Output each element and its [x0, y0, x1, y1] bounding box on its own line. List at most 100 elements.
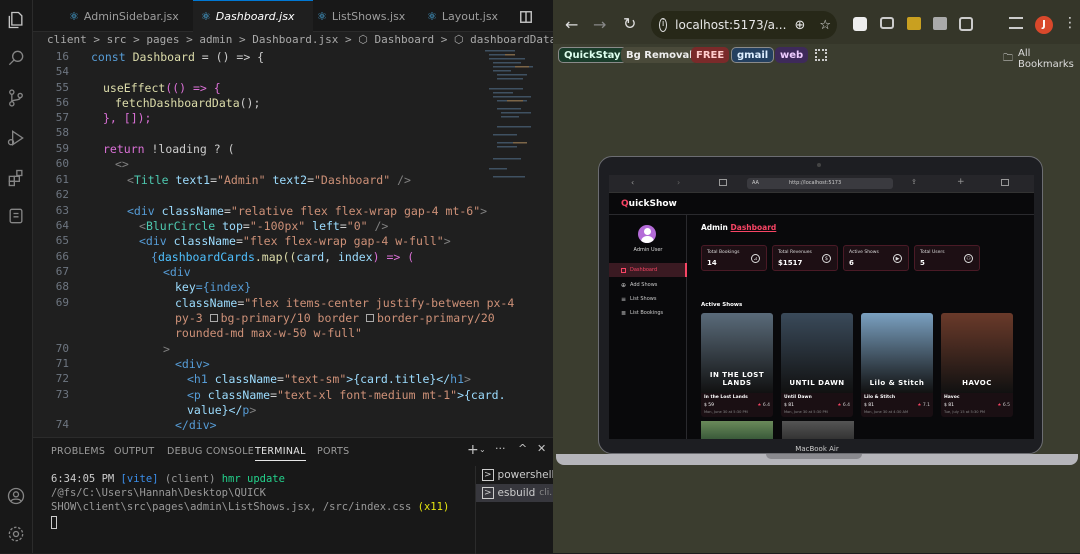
site-info-icon[interactable]: i [659, 18, 668, 32]
stat-card: Active Shows 6 ▶ [843, 245, 909, 271]
safari-tabs-icon[interactable] [1001, 179, 1009, 186]
bookmark-star-icon[interactable]: ☆ [819, 18, 831, 33]
terminal-output[interactable]: 6:34:05 PM [vite] (client) hmr update /@… [51, 472, 469, 529]
safari-sidebar-icon[interactable] [719, 179, 727, 186]
extension-camera-icon[interactable] [880, 17, 894, 29]
code-line-65: <div className="flex flex-wrap gap-4 w-f… [139, 234, 451, 248]
show-date: Mon, June 30 at 4:30 AM [864, 410, 909, 414]
zoom-icon[interactable]: ⊕ [794, 18, 805, 33]
show-card[interactable]: Lilo & Stitch Lilo & Stitch $ 81 ★ 7.1 Mon, … [861, 313, 933, 417]
admin-avatar [638, 225, 656, 243]
extensions-puzzle-icon[interactable] [959, 17, 973, 31]
panel-tab-terminal[interactable]: TERMINAL [255, 446, 306, 461]
search-icon[interactable] [4, 46, 28, 70]
stat-card: Total Revenues $1517 $ [772, 245, 838, 271]
star-icon: ★ [997, 403, 1002, 408]
browser-menu-icon[interactable]: ⋮ [1063, 15, 1077, 31]
tab-listshows[interactable]: ⚛ ListShows.jsx [309, 0, 413, 32]
extension-notion-icon[interactable] [853, 17, 867, 31]
media-control-icon[interactable] [1009, 17, 1023, 29]
sidebar-item-list-bookings[interactable]: ≣ List Bookings [609, 306, 687, 320]
code-line-57: }, []); [103, 111, 152, 125]
line-number: 63 [55, 204, 69, 217]
new-terminal-plus-icon[interactable]: + [467, 442, 479, 458]
extensions-icon[interactable] [4, 166, 28, 190]
show-card[interactable]: IN THE LOST LANDS In the Lost Lands $ 59 ★ … [701, 313, 773, 417]
back-arrow-icon[interactable]: ← [565, 15, 578, 34]
editor-tabs: ⚛ AdminSidebar.jsx ⚛ Dashboard.jsx ⚛ ListSh… [33, 0, 553, 32]
line-number: 70 [55, 342, 69, 355]
admin-name: Admin User [633, 247, 663, 253]
vscode-window: ⚛ AdminSidebar.jsx ⚛ Dashboard.jsx ⚛ ListSh… [0, 0, 558, 554]
panel-tab-problems[interactable]: PROBLEMS [51, 446, 105, 457]
settings-gear-icon[interactable] [4, 522, 28, 546]
panel-tab-ports[interactable]: PORTS [317, 446, 349, 457]
panel-tab-output[interactable]: OUTPUT [114, 446, 155, 457]
code-line-67: <div [163, 265, 191, 279]
code-line-71: <div> [175, 357, 210, 371]
terminal-item-esbuild[interactable]: > esbuild cli... [476, 484, 558, 502]
code-line-16: const Dashboard = () => { [91, 50, 265, 64]
code-line-69: className="flex items-center justify-bet… [175, 296, 515, 310]
camera-dot [817, 163, 821, 167]
safari-share-icon[interactable]: ⇪ [911, 178, 917, 186]
sidebar-item-list-shows[interactable]: ≡ List Shows [609, 292, 687, 306]
bookmark-gmail[interactable]: gmail [731, 47, 775, 63]
extension-folder-icon[interactable] [907, 17, 921, 30]
address-bar[interactable]: i localhost:5173/a... ⊕ ☆ [651, 11, 837, 39]
all-bookmarks-folder[interactable]: 🗀 All Bookmarks [1003, 48, 1080, 70]
run-debug-icon[interactable] [4, 126, 28, 150]
code-line-66: {dashboardCards.map((card, index) => ( [151, 250, 415, 264]
forward-arrow-icon[interactable]: → [593, 15, 606, 34]
apps-grid-icon[interactable] [815, 49, 827, 61]
reload-icon[interactable]: ↻ [623, 14, 636, 33]
terminal-icon: > [482, 487, 494, 499]
close-panel-icon[interactable]: ✕ [537, 442, 546, 455]
show-card[interactable]: UNTIL DAWN Until Dawn $ 81 ★ 6.4 Mon, June 3… [781, 313, 853, 417]
sidebar-item-add-shows[interactable]: ⊕ Add Shows [609, 278, 687, 292]
show-title: Until Dawn [784, 395, 812, 400]
line-number: 57 [55, 111, 69, 124]
line-number: 60 [55, 157, 69, 170]
sidebar-item-dashboard[interactable]: Dashboard [609, 263, 687, 277]
more-actions-icon[interactable]: ··· [495, 442, 506, 455]
explorer-icon[interactable] [4, 8, 28, 32]
profile-avatar[interactable]: J [1035, 16, 1053, 34]
tab-adminsidebar[interactable]: ⚛ AdminSidebar.jsx [61, 0, 187, 32]
star-icon: ★ [837, 403, 842, 408]
source-control-icon[interactable] [4, 86, 28, 110]
minimap[interactable] [485, 48, 533, 188]
bookmark-web[interactable]: web [775, 47, 809, 63]
bookmark-bg-removal[interactable]: Bg Removal [621, 47, 698, 63]
account-icon[interactable] [4, 484, 28, 508]
tab-layout[interactable]: ⚛ Layout.jsx [419, 0, 506, 32]
safari-back-icon[interactable]: ‹ [631, 178, 634, 187]
terminal-item-powershell[interactable]: > powershell [476, 466, 555, 484]
breadcrumb[interactable]: client > src > pages > admin > Dashboard… [33, 32, 553, 48]
bookmarks-bar: QuickStay Bg Removal FREE gmail web 🗀 All… [553, 44, 1080, 70]
tab-dashboard[interactable]: ⚛ Dashboard.jsx [193, 0, 313, 32]
maximize-panel-icon[interactable]: ^ [518, 442, 527, 455]
code-line-74: </div> [175, 418, 217, 432]
show-card[interactable]: HAVOC Havoc $ 81 ★ 6.5 Tue, July 15 at 5:30 … [941, 313, 1013, 417]
code-line-73: <p className="text-xl font-medium mt-1">… [187, 388, 506, 402]
remote-explorer-icon[interactable] [4, 204, 28, 228]
line-number: 64 [55, 219, 69, 232]
bookmark-quickstay[interactable]: QuickStay [558, 47, 627, 63]
safari-forward-icon[interactable]: › [677, 178, 680, 187]
safari-address-bar[interactable]: AA http://localhost:5173 [747, 178, 893, 189]
safari-new-tab-icon[interactable]: + [957, 177, 965, 187]
react-icon: ⚛ [427, 9, 437, 23]
bookmark-free[interactable]: FREE [691, 47, 730, 63]
show-date: Mon, June 30 at 5:30 PM [704, 410, 748, 414]
split-editor-icon[interactable] [519, 9, 533, 28]
show-price: $ 81 [944, 403, 955, 408]
code-editor[interactable]: 16 54 55 56 57 58 59 60 61 62 63 64 65 66 67 68 69 70 71 72… [33, 48, 553, 437]
panel-tab-debug-console[interactable]: DEBUG CONSOLE [167, 446, 254, 457]
safari-toolbar: ‹ › AA http://localhost:5173 ⇪ + [609, 175, 1034, 193]
line-number: 56 [55, 96, 69, 109]
code-line-72: <h1 className="text-sm">{card.title}</h1… [187, 372, 471, 386]
extension-database-icon[interactable] [933, 17, 947, 30]
chevron-down-icon[interactable]: ⌄ [479, 445, 486, 454]
quickshow-logo[interactable]: QuickShow [621, 199, 677, 209]
